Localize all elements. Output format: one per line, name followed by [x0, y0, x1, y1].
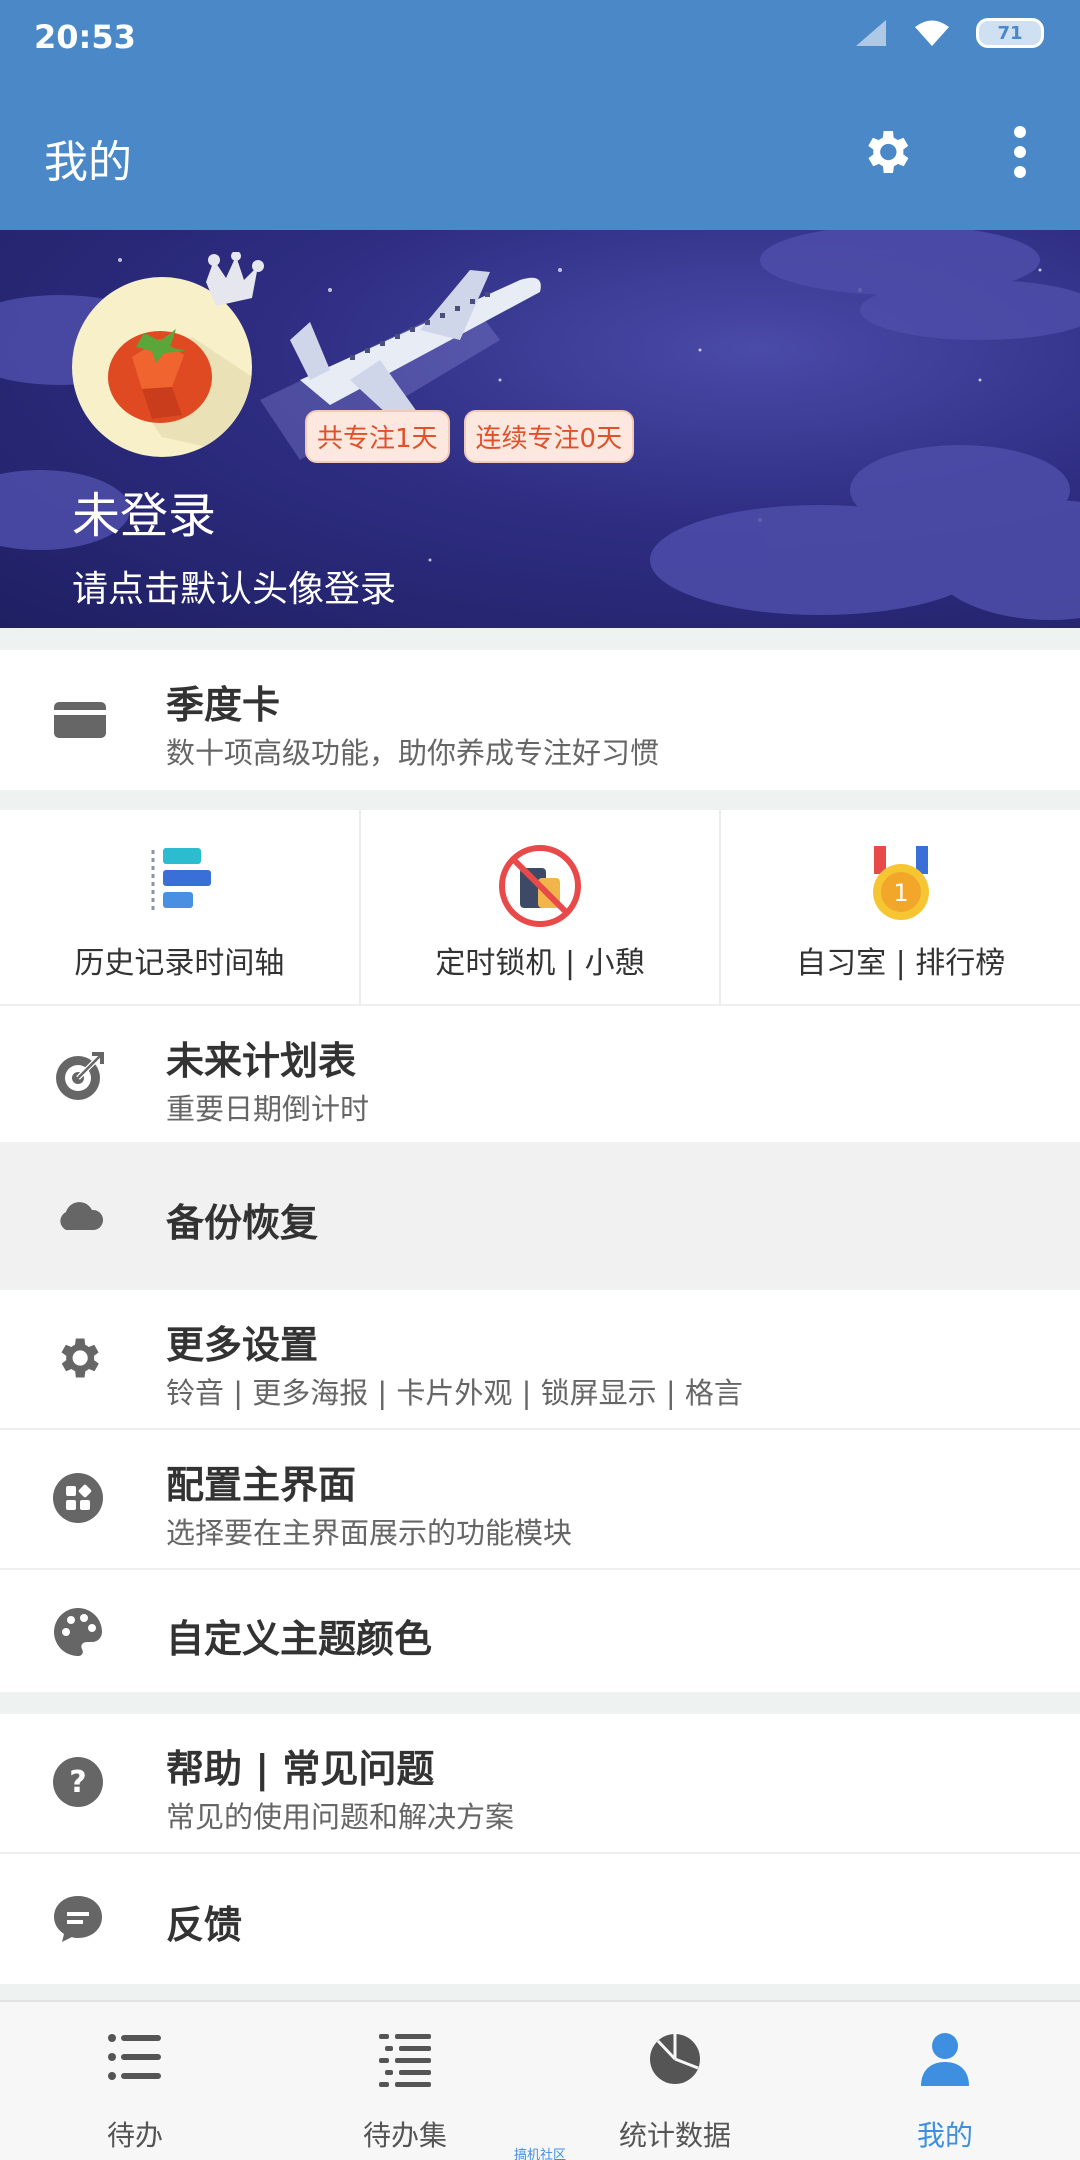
login-hint: 请点击默认头像登录 — [72, 569, 397, 610]
bottom-nav: 待办 待办集 统计数据 我的 — [0, 2000, 1080, 2160]
feedback-row[interactable]: 反馈 — [0, 1854, 1080, 1984]
system-icons: 71 — [854, 18, 1044, 48]
focus-badges: 共专注1天 连续专注0天 — [305, 410, 635, 463]
gear-icon[interactable] — [858, 124, 914, 180]
battery-level: 71 — [997, 22, 1023, 44]
divider — [0, 1004, 1080, 1006]
user-name: 未登录 — [72, 488, 217, 544]
timeline-icon — [151, 848, 212, 910]
settings-group: 更多设置 铃音 | 更多海报 | 卡片外观 | 锁屏显示 | 格言 配置主界面 … — [0, 1290, 1080, 1692]
tab-statistics[interactable]: 统计数据 — [540, 2002, 810, 2160]
more-settings-title: 更多设置 — [166, 1323, 319, 1367]
chat-icon — [54, 1896, 102, 1942]
configure-home-row[interactable]: 配置主界面 选择要在主界面展示的功能模块 — [0, 1430, 1080, 1568]
help-row[interactable]: ? 帮助 | 常见问题 常见的使用问题和解决方案 — [0, 1714, 1080, 1852]
card-title: 季度卡 — [166, 683, 281, 727]
future-plan-row[interactable]: 未来计划表 重要日期倒计时 — [0, 1004, 1080, 1142]
status-time: 20:53 — [34, 18, 136, 56]
page-title: 我的 — [44, 137, 132, 188]
grid-item-lock[interactable]: 定时锁机 | 小憩 — [361, 810, 722, 1004]
palette-icon — [54, 1608, 102, 1656]
total-focus-badge: 共专注1天 — [305, 410, 450, 463]
svg-text:1: 1 — [893, 879, 908, 907]
crown-icon — [206, 252, 264, 306]
target-icon — [56, 1052, 104, 1100]
feature-grid: 历史记录时间轴 定时锁机 | 小憩 1 自习室 | 排行榜 — [0, 810, 1080, 1004]
help-title: 帮助 | 常见问题 — [166, 1747, 435, 1791]
battery-icon: 71 — [976, 18, 1044, 48]
list-group-icon — [379, 2034, 431, 2087]
more-vert-icon[interactable] — [1000, 122, 1040, 182]
feedback-title: 反馈 — [166, 1903, 243, 1947]
help-icon: ? — [53, 1757, 103, 1807]
app-bar: 我的 — [0, 76, 1080, 230]
theme-color-row[interactable]: 自定义主题颜色 — [0, 1570, 1080, 1692]
plan-subtitle: 重要日期倒计时 — [166, 1092, 370, 1126]
person-icon — [921, 2033, 969, 2086]
plan-title: 未来计划表 — [166, 1039, 357, 1083]
more-settings-row[interactable]: 更多设置 铃音 | 更多海报 | 卡片外观 | 锁屏显示 | 格言 — [0, 1290, 1080, 1428]
status-bar: 20:53 71 — [0, 0, 1080, 76]
signal-icon — [856, 20, 886, 46]
phone-lock-icon — [499, 845, 581, 927]
grid-item-study-room[interactable]: 1 自习室 | 排行榜 — [721, 810, 1080, 1004]
backup-row[interactable]: 备份恢复 — [0, 1142, 1080, 1288]
more-settings-subtitle: 铃音 | 更多海报 | 卡片外观 | 锁屏显示 | 格言 — [166, 1376, 743, 1410]
help-group: ? 帮助 | 常见问题 常见的使用问题和解决方案 反馈 — [0, 1714, 1080, 1984]
cloud-icon — [60, 1202, 104, 1230]
profile-banner[interactable]: 共专注1天 连续专注0天 未登录 请点击默认头像登录 — [0, 230, 1080, 628]
list-icon — [108, 2034, 161, 2080]
help-subtitle: 常见的使用问题和解决方案 — [166, 1800, 515, 1834]
grid-label-study-room: 自习室 | 排行榜 — [796, 946, 1006, 981]
configure-home-title: 配置主界面 — [166, 1463, 357, 1507]
gear-icon — [61, 1338, 99, 1378]
configure-home-subtitle: 选择要在主界面展示的功能模块 — [166, 1516, 573, 1550]
watermark: 搞机社区 — [513, 2148, 566, 2160]
theme-color-title: 自定义主题颜色 — [166, 1617, 433, 1661]
grid-label-lock: 定时锁机 | 小憩 — [435, 946, 645, 981]
tab-mine[interactable]: 我的 — [810, 2002, 1080, 2160]
card-subtitle: 数十项高级功能，助你养成专注好习惯 — [166, 736, 660, 770]
svg-text:?: ? — [69, 1765, 86, 1800]
quarter-card-row[interactable]: 季度卡 数十项高级功能，助你养成专注好习惯 — [0, 650, 1080, 790]
medal-icon: 1 — [872, 846, 929, 920]
wifi-icon — [915, 20, 949, 46]
tab-todo-sets[interactable]: 待办集 — [270, 2002, 540, 2160]
pie-chart-icon — [650, 2034, 700, 2084]
streak-focus-badge: 连续专注0天 — [463, 410, 635, 463]
backup-title: 备份恢复 — [166, 1201, 319, 1245]
tab-todo[interactable]: 待办 — [0, 2002, 270, 2160]
card-icon — [54, 702, 106, 738]
grid-item-timeline[interactable]: 历史记录时间轴 — [0, 810, 361, 1004]
grid-label-timeline: 历史记录时间轴 — [74, 946, 285, 981]
widgets-icon — [53, 1473, 103, 1523]
